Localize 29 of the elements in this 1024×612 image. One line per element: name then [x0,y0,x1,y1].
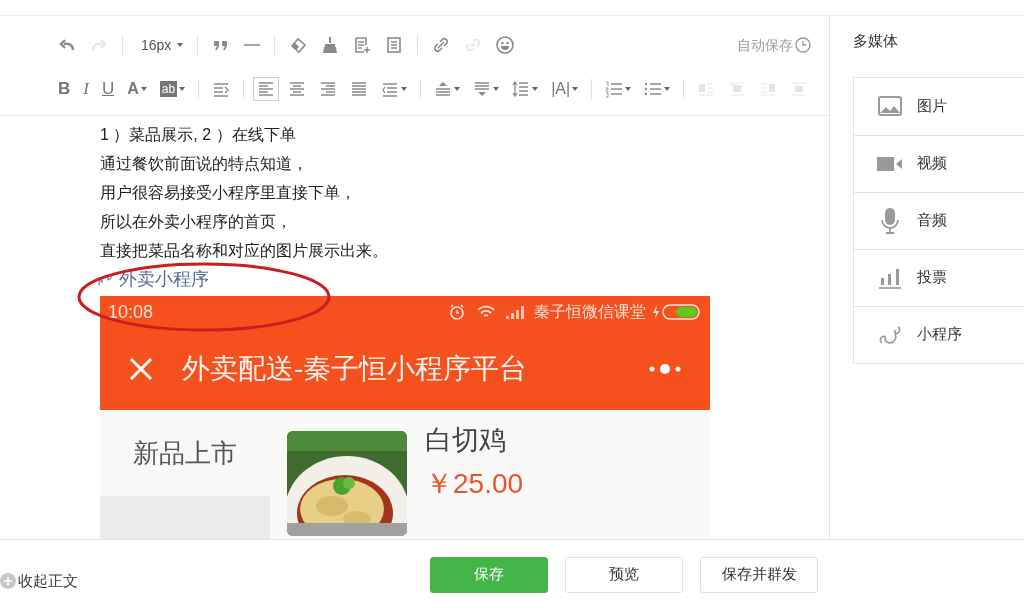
action-button[interactable]: 预览 [565,556,683,593]
dish-name: 白切鸡 [425,424,507,457]
bold-button[interactable]: B [54,77,75,101]
media-item[interactable]: 视频 [854,134,1024,192]
autosave-label: 自动保存 [737,35,793,55]
media-item[interactable]: 投票 [854,248,1024,306]
category-item[interactable]: 新品上市 [133,433,237,473]
text-paragraph: 通过餐饮前面说的特点知道， [100,154,309,174]
font-size-dropdown[interactable]: 16px [133,33,188,57]
sidebar-title: 多媒体 [853,31,899,51]
status-time: 10:08 [108,300,154,324]
media-item[interactable]: 小程序 [854,305,1024,363]
dish-price: ￥25.00 [425,467,524,501]
media-item[interactable]: 图片 [854,77,1024,135]
text-paragraph: 直接把菜品名称和对应的图片展示出来。 [100,241,389,261]
app-title: 外卖配送-秦子恒小程序平台 [182,352,528,386]
media-item[interactable]: 音频 [854,191,1024,249]
collapse-button[interactable]: 收起正文 [0,570,78,593]
text-paragraph: 所以在外卖小程序的首页， [100,212,293,232]
carrier-name: 秦子恒微信课堂 [534,302,646,322]
underline-button[interactable]: U [97,77,119,101]
text-paragraph: 1 ）菜品展示, 2 ）在线下单 [100,125,297,145]
text-paragraph: 用户很容易接受小程序里直接下单， [100,183,357,203]
action-button[interactable]: 保存并群发 [700,556,818,593]
highlight-button[interactable]: ab [155,77,190,101]
italic-button[interactable]: I [79,77,93,101]
letter-spacing-button[interactable]: |A| [547,77,583,101]
mini-program-link[interactable]: 外卖小程序 [97,265,209,294]
font-color-button[interactable]: A [123,77,151,101]
